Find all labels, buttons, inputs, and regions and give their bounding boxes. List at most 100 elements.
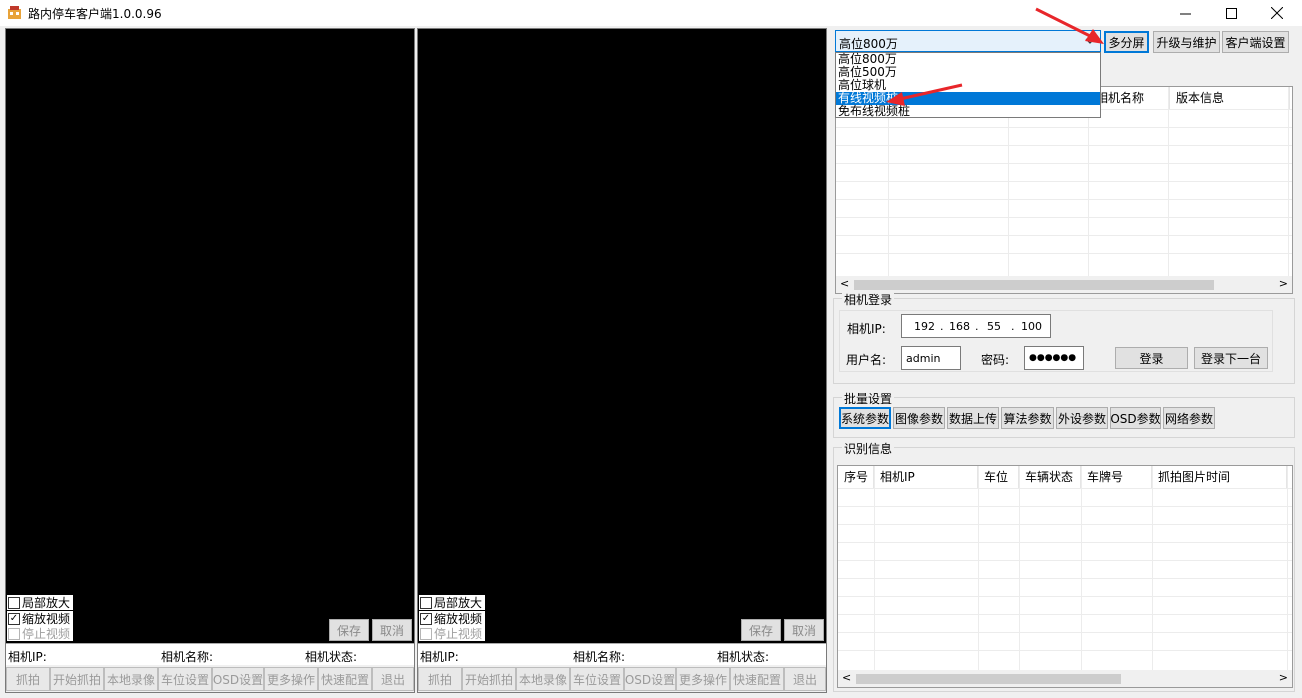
tab-system-params[interactable]: 系统参数 — [839, 407, 891, 429]
tab-data-upload[interactable]: 数据上传 — [947, 407, 999, 429]
camera-ip-label: 相机IP: — [420, 650, 459, 664]
maximize-button[interactable] — [1208, 0, 1254, 26]
scale-checkbox[interactable]: ✓ 缩放视频 — [7, 611, 74, 626]
capture-button[interactable]: 抓拍 — [6, 667, 50, 691]
camera-info-bar: 相机IP: 相机名称: 相机状态: — [418, 643, 826, 665]
stop-video-label: 停止视频 — [22, 627, 71, 641]
scale-checkbox[interactable]: ✓ 缩放视频 — [419, 611, 486, 626]
checkbox-box — [420, 596, 432, 609]
stop-video-checkbox[interactable]: 停止视频 — [419, 626, 486, 641]
start-capture-button[interactable]: 开始抓拍 — [462, 667, 516, 691]
tab-algorithm-params[interactable]: 算法参数 — [1001, 407, 1054, 429]
ip-octet: 55 — [987, 320, 1001, 333]
camera-status-label: 相机状态: — [717, 650, 770, 664]
tab-image-params[interactable]: 图像参数 — [893, 407, 945, 429]
quick-config-button[interactable]: 快速配置 — [318, 667, 372, 691]
camera-ip-label: 相机IP: — [8, 650, 47, 664]
checkbox-box — [8, 627, 20, 640]
login-button[interactable]: 登录 — [1115, 347, 1188, 369]
camera-name-label: 相机名称: — [161, 650, 214, 664]
column-header[interactable]: 车位 — [978, 466, 1019, 488]
cancel-button[interactable]: 取消 — [784, 619, 824, 641]
device-type-dropdown[interactable]: 高位800万 高位500万 高位球机 有线视频桩 免布线视频桩 — [835, 52, 1101, 118]
zoom-checkbox[interactable]: 局部放大 — [7, 595, 74, 610]
close-button[interactable] — [1254, 0, 1300, 26]
dropdown-option[interactable]: 免布线视频桩 — [836, 105, 1100, 118]
login-next-button[interactable]: 登录下一台 — [1194, 347, 1268, 369]
camera-ip-input[interactable]: 192 . 168 . 55 . 100 — [901, 314, 1051, 338]
check-icon: ✓ — [8, 612, 20, 625]
tab-peripheral-params[interactable]: 外设参数 — [1056, 407, 1108, 429]
column-header[interactable]: 序号 — [838, 466, 874, 488]
save-button[interactable]: 保存 — [329, 619, 369, 641]
checkbox-box — [420, 627, 432, 640]
horizontal-scrollbar[interactable]: < > — [838, 670, 1292, 687]
camera-login-legend: 相机登录 — [842, 291, 895, 308]
scroll-left-icon[interactable]: < — [840, 277, 849, 290]
tab-osd-params[interactable]: OSD参数 — [1110, 407, 1161, 429]
action-bar: 抓拍 开始抓拍 本地录像 车位设置 OSD设置 更多操作 快速配置 退出 — [6, 666, 414, 692]
camera-name-label: 相机名称: — [573, 650, 626, 664]
osd-setting-button[interactable]: OSD设置 — [212, 667, 264, 691]
video-pane-1: 局部放大 ✓ 缩放视频 停止视频 保存 取消 相机IP: 相机名称: 相机状态:… — [5, 28, 415, 693]
password-label: 密码: — [981, 353, 1010, 367]
ip-octet: 168 — [949, 320, 970, 333]
scroll-right-icon[interactable]: > — [1279, 277, 1288, 290]
recognition-table[interactable]: 序号 相机IP 车位 车辆状态 车牌号 抓拍图片时间 < > — [837, 465, 1293, 688]
parking-setting-button[interactable]: 车位设置 — [570, 667, 624, 691]
parking-setting-button[interactable]: 车位设置 — [158, 667, 212, 691]
save-button[interactable]: 保存 — [741, 619, 781, 641]
column-header[interactable]: 相机IP — [874, 466, 978, 488]
camera-info-bar: 相机IP: 相机名称: 相机状态: — [6, 643, 414, 665]
device-type-value: 高位800万 — [839, 37, 898, 51]
capture-button[interactable]: 抓拍 — [418, 667, 462, 691]
minimize-button[interactable] — [1162, 0, 1208, 26]
app-icon — [8, 6, 21, 19]
camera-ip-label: 相机IP: — [847, 322, 886, 336]
video-pane-2: 局部放大 ✓ 缩放视频 停止视频 保存 取消 相机IP: 相机名称: 相机状态:… — [417, 28, 827, 693]
exit-button[interactable]: 退出 — [784, 667, 826, 691]
password-input[interactable]: ●●●●●● — [1024, 346, 1084, 370]
title-bar: 路内停车客户端1.0.0.96 — [0, 0, 1302, 26]
device-type-select[interactable]: 高位800万 — [835, 30, 1101, 52]
ip-octet: 100 — [1021, 320, 1042, 333]
camera-status-label: 相机状态: — [305, 650, 358, 664]
username-input[interactable]: admin — [901, 346, 961, 370]
scrollbar-thumb[interactable] — [854, 280, 1214, 290]
ip-octet: 192 — [914, 320, 935, 333]
minimize-icon — [1179, 13, 1191, 14]
close-icon — [1271, 7, 1283, 19]
column-header[interactable]: 抓拍图片时间 — [1152, 466, 1287, 488]
tab-network-params[interactable]: 网络参数 — [1163, 407, 1215, 429]
stop-video-checkbox[interactable]: 停止视频 — [7, 626, 74, 641]
column-header[interactable]: 版本信息 — [1170, 87, 1290, 109]
maximize-icon — [1225, 7, 1237, 19]
check-icon: ✓ — [420, 612, 432, 625]
scroll-left-icon[interactable]: < — [842, 671, 851, 684]
column-header[interactable]: 相机名称 — [1090, 87, 1170, 109]
zoom-checkbox-label: 局部放大 — [22, 596, 71, 610]
video-display[interactable] — [6, 29, 414, 643]
scroll-right-icon[interactable]: > — [1279, 671, 1288, 684]
exit-button[interactable]: 退出 — [372, 667, 414, 691]
multi-screen-button[interactable]: 多分屏 — [1104, 31, 1149, 53]
osd-setting-button[interactable]: OSD设置 — [624, 667, 676, 691]
video-display[interactable] — [418, 29, 826, 643]
upgrade-maintenance-button[interactable]: 升级与维护 — [1153, 31, 1220, 53]
scrollbar-thumb[interactable] — [856, 674, 1121, 684]
column-header[interactable]: 车牌号 — [1081, 466, 1152, 488]
client-settings-button[interactable]: 客户端设置 — [1222, 31, 1289, 53]
horizontal-scrollbar[interactable]: < > — [836, 276, 1292, 293]
more-actions-button[interactable]: 更多操作 — [264, 667, 318, 691]
zoom-checkbox[interactable]: 局部放大 — [419, 595, 486, 610]
checkbox-box — [8, 596, 20, 609]
quick-config-button[interactable]: 快速配置 — [730, 667, 784, 691]
local-record-button[interactable]: 本地录像 — [516, 667, 570, 691]
chevron-down-icon — [1085, 38, 1095, 44]
start-capture-button[interactable]: 开始抓拍 — [50, 667, 104, 691]
cancel-button[interactable]: 取消 — [372, 619, 412, 641]
more-actions-button[interactable]: 更多操作 — [676, 667, 730, 691]
local-record-button[interactable]: 本地录像 — [104, 667, 158, 691]
action-bar: 抓拍 开始抓拍 本地录像 车位设置 OSD设置 更多操作 快速配置 退出 — [418, 666, 826, 692]
column-header[interactable]: 车辆状态 — [1019, 466, 1081, 488]
